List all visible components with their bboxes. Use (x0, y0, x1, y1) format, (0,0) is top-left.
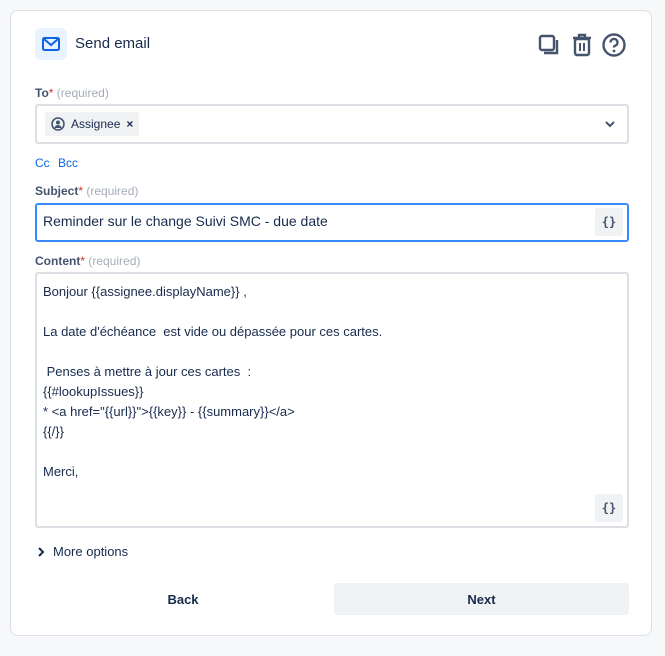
assignee-chip: Assignee × (45, 112, 140, 136)
more-options-toggle[interactable]: More options (37, 544, 128, 559)
trash-icon[interactable] (568, 31, 596, 59)
next-button[interactable]: Next (334, 583, 629, 615)
smart-value-button[interactable]: {} (595, 494, 623, 522)
mail-icon (35, 28, 67, 60)
content-textarea[interactable]: Bonjour {{assignee.displayName}} , La da… (35, 272, 629, 528)
chevron-right-icon (38, 546, 45, 557)
copy-icon[interactable] (535, 31, 563, 59)
back-button[interactable]: Back (35, 583, 331, 615)
bcc-link[interactable]: Bcc (58, 156, 78, 170)
to-select[interactable]: Assignee × (35, 104, 629, 144)
subject-input[interactable]: Reminder sur le change Suivi SMC - due d… (35, 203, 629, 242)
cc-link[interactable]: Cc (35, 156, 50, 170)
content-line (43, 342, 621, 362)
smart-value-button[interactable]: {} (595, 208, 623, 236)
content-line: {{/}} (43, 424, 64, 439)
action-title: Send email (75, 35, 151, 52)
content-line: Merci, (43, 464, 79, 479)
content-line: * <a href="{{url}}">{{key}} - {{summary}… (43, 404, 295, 419)
subject-label: Subject* (required) (35, 184, 139, 198)
send-email-card: Send email To* (required) Assignee × Cc … (10, 10, 652, 636)
user-avatar-icon (51, 117, 65, 131)
to-label: To* (required) (35, 86, 109, 100)
content-line: Penses à mettre à jour ces cartes : (43, 364, 252, 379)
content-line (43, 302, 621, 322)
chip-label: Assignee (71, 117, 121, 131)
chevron-down-icon[interactable] (605, 120, 615, 128)
content-line (43, 442, 621, 462)
content-line: {{#lookupIssues}} (43, 384, 144, 399)
more-options-label: More options (53, 544, 129, 559)
content-label: Content* (required) (35, 254, 141, 268)
content-line: Bonjour {{assignee.displayName}} , (43, 284, 247, 299)
help-icon[interactable] (600, 31, 628, 59)
subject-value: Reminder sur le change Suivi SMC - due d… (43, 213, 328, 229)
content-line: La date d'échéance est vide ou dépassée … (43, 324, 383, 339)
chip-remove-button[interactable]: × (126, 117, 133, 131)
page: Send email To* (required) Assignee × Cc … (0, 0, 665, 656)
